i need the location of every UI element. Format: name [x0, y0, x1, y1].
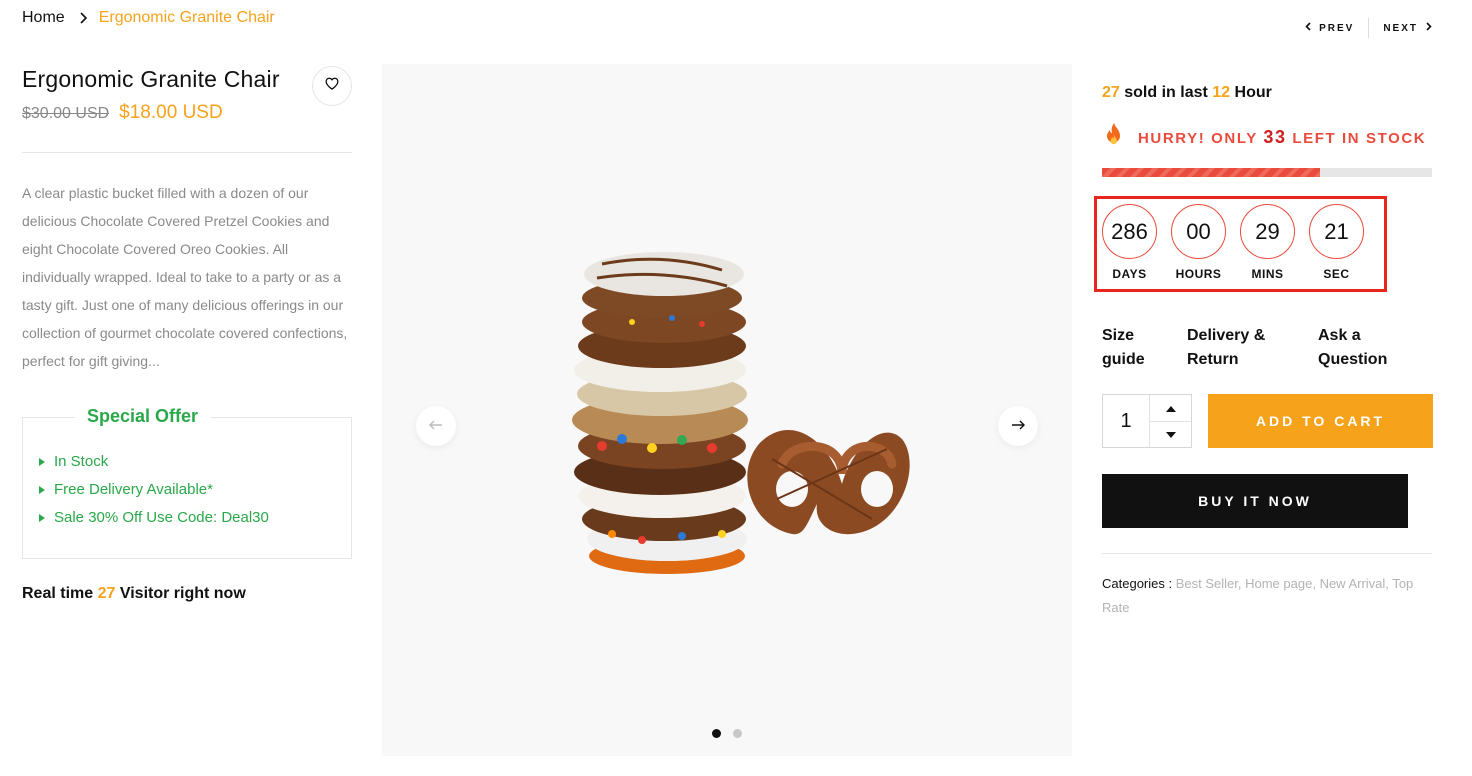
stock-warning: HURRY! ONLY 33 LEFT IN STOCK: [1102, 122, 1432, 152]
compare-price: $30.00 USD: [22, 105, 110, 122]
special-offer-title: Special Offer: [75, 406, 211, 427]
quantity-decrease-button[interactable]: [1150, 422, 1191, 448]
countdown-mins: 29 MINS: [1240, 204, 1295, 281]
stock-suffix: LEFT IN STOCK: [1292, 129, 1427, 147]
stock-progress-fill: [1102, 168, 1320, 177]
offer-item: Free Delivery Available*: [39, 476, 335, 504]
divider: [22, 152, 352, 153]
product-gallery: [382, 64, 1072, 756]
stock-count: 33: [1263, 126, 1287, 147]
sold-hours: 12: [1212, 84, 1231, 101]
ask-line1: Ask a: [1318, 327, 1361, 344]
sold-suffix: Hour: [1234, 84, 1272, 101]
arrow-right-icon: [1011, 417, 1025, 435]
offer-item: Sale 30% Off Use Code: Deal30: [39, 504, 335, 532]
triangle-bullet-icon: [39, 458, 45, 466]
offer-item-text: In Stock: [54, 453, 109, 470]
quantity-arrows: [1149, 395, 1191, 447]
category-link[interactable]: Home page,: [1245, 576, 1316, 591]
product-info: Ergonomic Granite Chair $30.00 USD $18.0…: [22, 62, 352, 603]
caret-up-icon: [1165, 399, 1176, 417]
realtime-visitors: Real time 27 Visitor right now: [22, 585, 352, 603]
wishlist-button[interactable]: [312, 66, 352, 106]
triangle-bullet-icon: [39, 486, 45, 494]
purchase-panel: 27 sold in last 12 Hour HURRY! ONLY 33 L…: [1094, 84, 1433, 615]
sold-middle: sold in last: [1124, 84, 1208, 101]
fire-icon: [1102, 122, 1126, 152]
arrow-left-icon: [429, 417, 443, 435]
visitors-prefix: Real time: [22, 585, 94, 602]
chevron-right-icon: [79, 12, 87, 24]
visitors-count: 27: [97, 585, 116, 602]
countdown-hours-label: HOURS: [1175, 267, 1222, 281]
caret-down-icon: [1165, 425, 1176, 443]
buy-row: 1 ADD TO CART: [1102, 394, 1433, 448]
stock-progress-bar: [1102, 168, 1432, 177]
add-to-cart-button[interactable]: ADD TO CART: [1208, 394, 1433, 448]
heart-icon: [325, 77, 339, 95]
delivery-return-link[interactable]: Delivery & Return: [1187, 324, 1318, 372]
breadcrumb: Home Ergonomic Granite Chair: [22, 9, 275, 27]
price-row: $30.00 USD $18.00 USD: [22, 102, 352, 124]
sale-price: $18.00 USD: [119, 102, 223, 123]
next-product-link[interactable]: NEXT: [1383, 22, 1432, 34]
offer-item-text: Sale 30% Off Use Code: Deal30: [54, 509, 269, 526]
size-guide-line2: guide: [1102, 351, 1145, 368]
quantity-stepper: 1: [1102, 394, 1192, 448]
chevron-left-icon: [1305, 22, 1311, 34]
prev-label: PREV: [1319, 22, 1355, 34]
countdown-hours: 00 HOURS: [1171, 204, 1226, 281]
size-guide-link[interactable]: Size guide: [1102, 324, 1187, 372]
ask-line2: Question: [1318, 351, 1388, 368]
product-links: Size guide Delivery & Return Ask a Quest…: [1102, 324, 1432, 372]
countdown-hours-value: 00: [1171, 204, 1226, 259]
breadcrumb-current: Ergonomic Granite Chair: [98, 9, 275, 26]
ask-question-link[interactable]: Ask a Question: [1318, 324, 1418, 372]
gallery-prev-button[interactable]: [416, 406, 456, 446]
offer-item-text: Free Delivery Available*: [54, 481, 213, 498]
categories-label: Categories :: [1102, 576, 1173, 591]
countdown-days: 286 DAYS: [1102, 204, 1157, 281]
countdown-timer: 286 DAYS 00 HOURS 29 MINS 21 SEC: [1102, 204, 1364, 281]
pager-divider: [1368, 18, 1370, 38]
quantity-increase-button[interactable]: [1150, 395, 1191, 422]
sold-counter: 27 sold in last 12 Hour: [1102, 84, 1432, 102]
countdown-days-value: 286: [1102, 204, 1157, 259]
countdown-mins-value: 29: [1240, 204, 1295, 259]
chevron-right-icon: [1426, 22, 1432, 34]
quantity-input[interactable]: 1: [1103, 395, 1149, 447]
product-pager: PREV NEXT: [1305, 18, 1432, 38]
next-label: NEXT: [1383, 22, 1418, 34]
category-link[interactable]: New Arrival,: [1320, 576, 1389, 591]
divider: [1102, 553, 1432, 554]
triangle-bullet-icon: [39, 514, 45, 522]
gallery-dots: [382, 729, 1072, 738]
prev-product-link[interactable]: PREV: [1305, 22, 1354, 34]
delivery-line1: Delivery &: [1187, 327, 1266, 344]
special-offer-box: Special Offer In Stock Free Delivery Ava…: [22, 406, 352, 559]
size-guide-line1: Size: [1102, 327, 1135, 344]
buy-now-button[interactable]: BUY IT NOW: [1102, 474, 1408, 528]
gallery-dot-1[interactable]: [712, 729, 721, 738]
categories: Categories : Best Seller, Home page, New…: [1102, 572, 1432, 620]
countdown-sec-label: SEC: [1323, 267, 1350, 281]
delivery-line2: Return: [1187, 351, 1239, 368]
offer-item: In Stock: [39, 448, 335, 476]
category-link[interactable]: Best Seller,: [1176, 576, 1242, 591]
product-image: [542, 234, 912, 584]
visitors-suffix: Visitor right now: [119, 585, 246, 602]
countdown-days-label: DAYS: [1112, 267, 1147, 281]
gallery-dot-2[interactable]: [733, 729, 742, 738]
gallery-next-button[interactable]: [998, 406, 1038, 446]
product-title: Ergonomic Granite Chair: [22, 66, 280, 92]
countdown-sec-value: 21: [1309, 204, 1364, 259]
countdown-sec: 21 SEC: [1309, 204, 1364, 281]
breadcrumb-home-link[interactable]: Home: [22, 9, 65, 27]
stock-prefix: HURRY! ONLY: [1138, 129, 1258, 147]
sold-count: 27: [1102, 84, 1120, 101]
countdown-mins-label: MINS: [1251, 267, 1284, 281]
product-description: A clear plastic bucket filled with a doz…: [22, 185, 348, 369]
